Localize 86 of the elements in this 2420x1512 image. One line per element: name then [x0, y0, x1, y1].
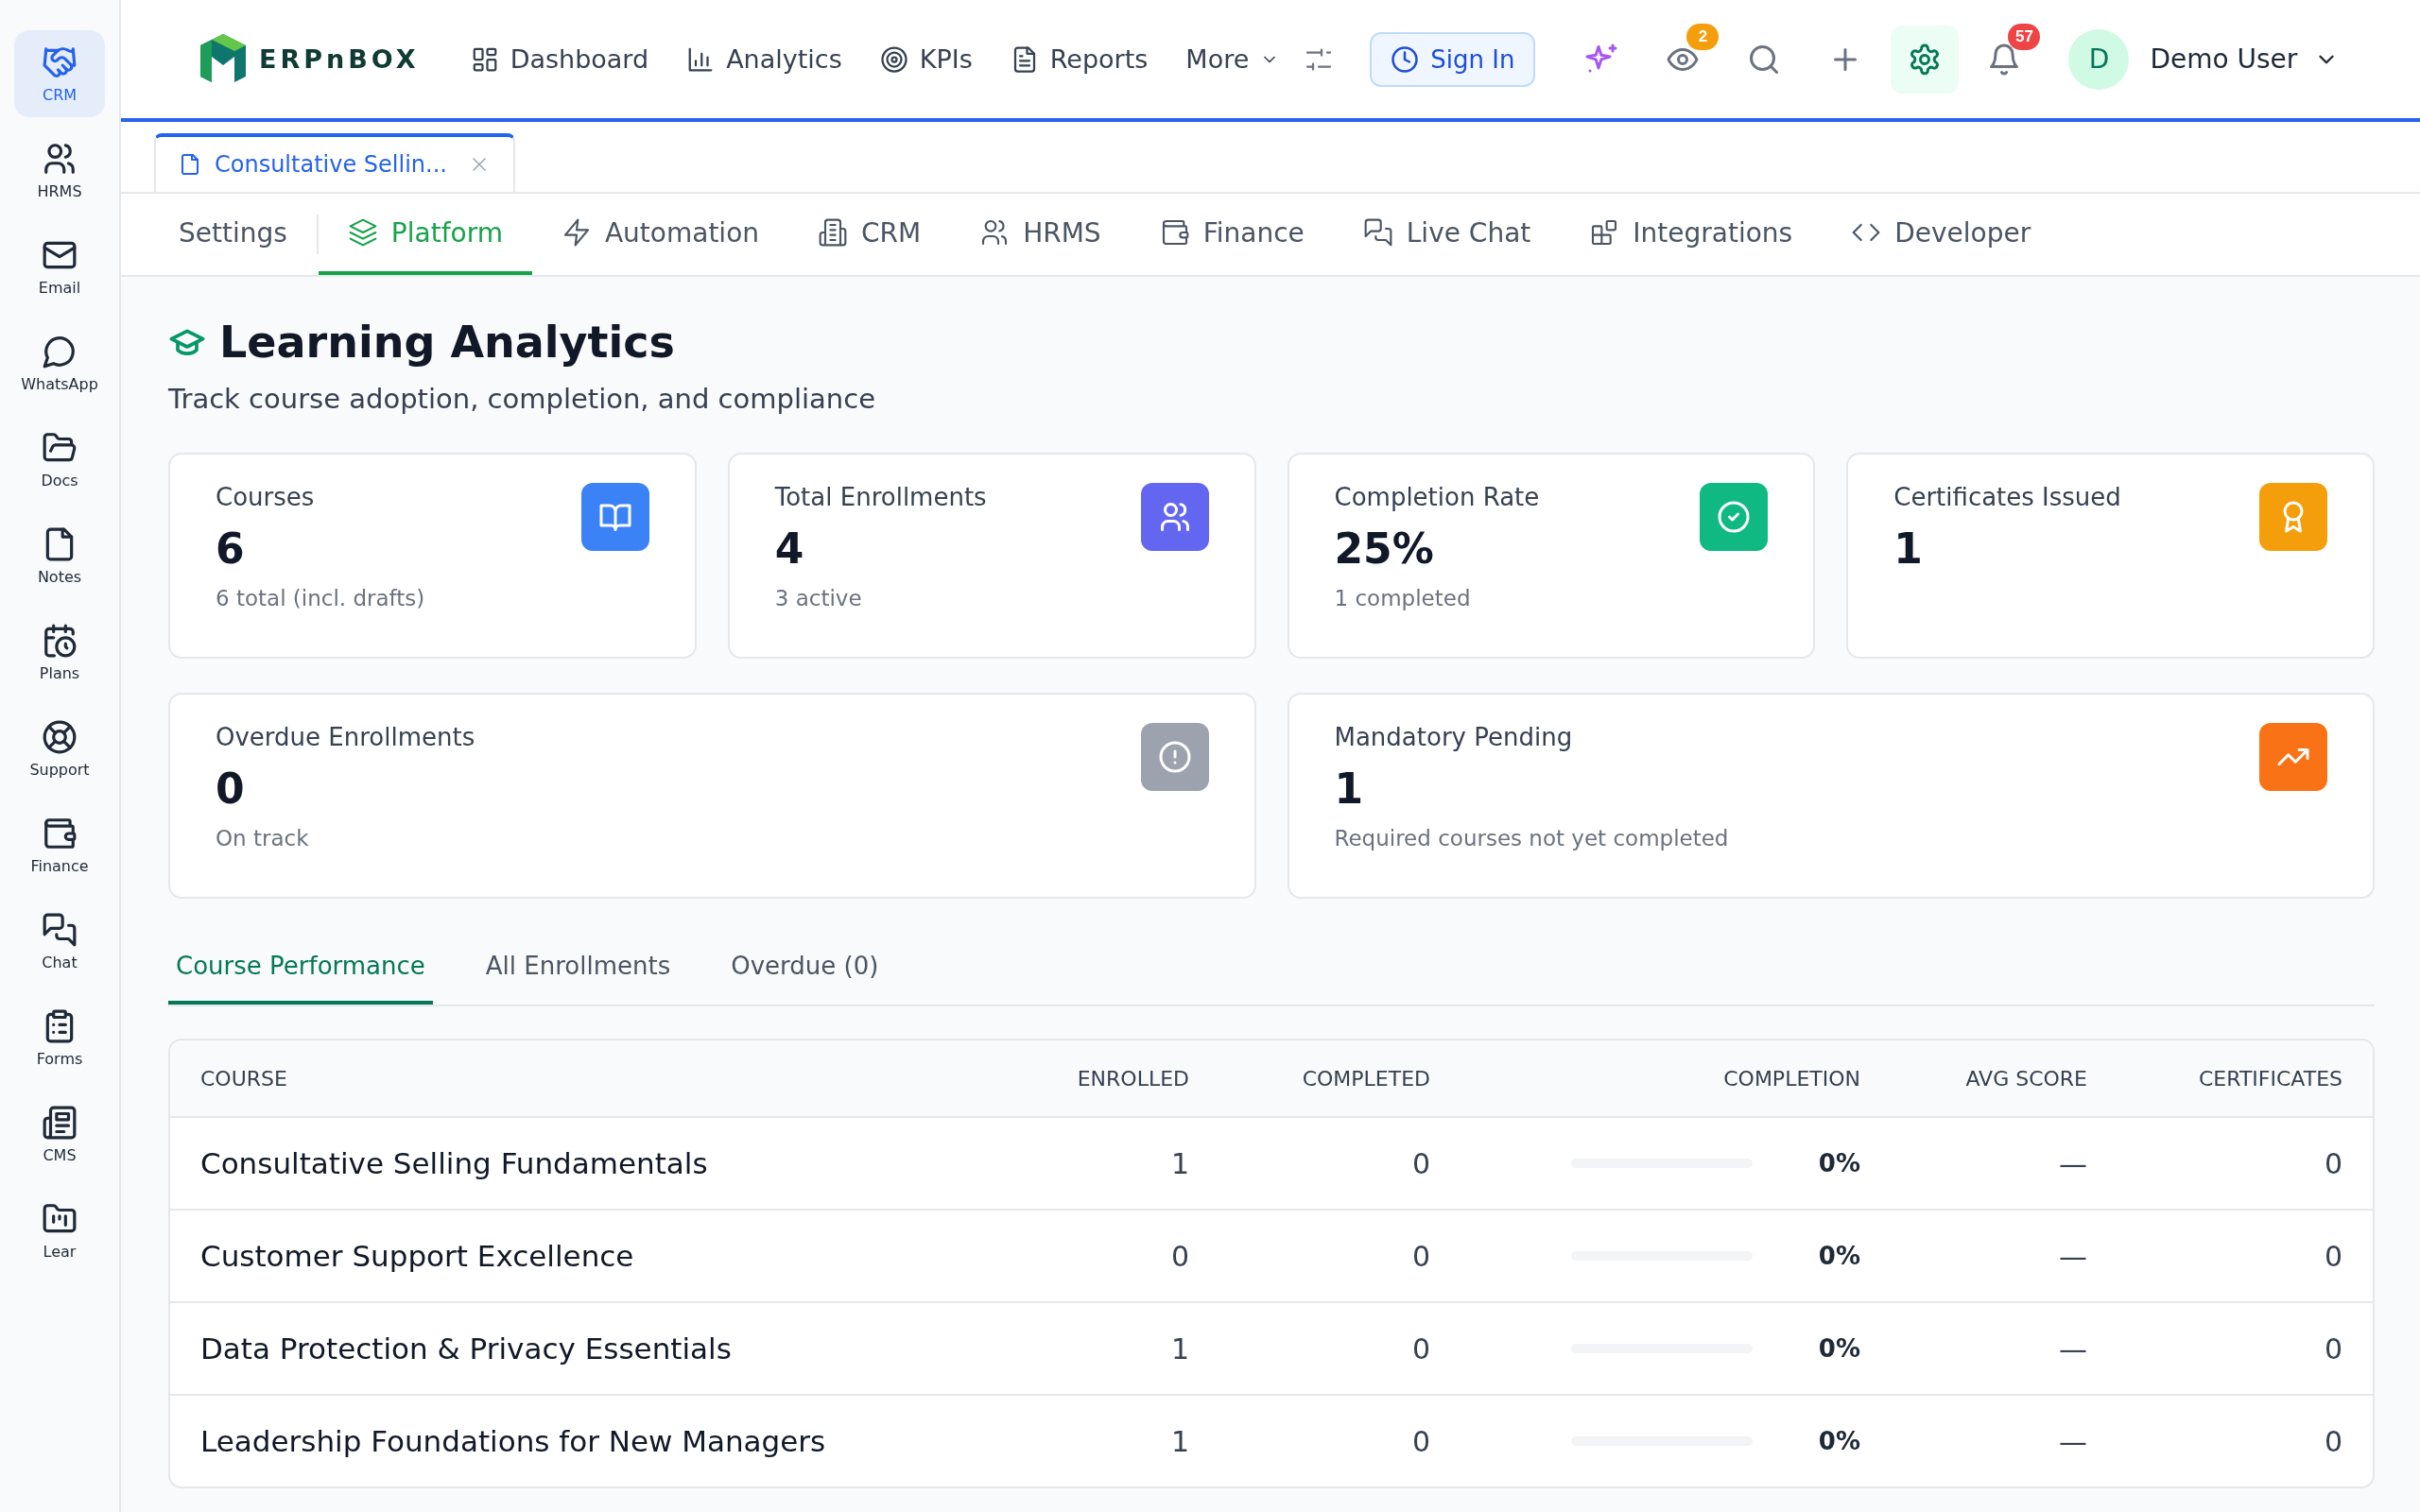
nav-link[interactable]: Dashboard	[470, 44, 649, 74]
stat-note: Required courses not yet completed	[1334, 826, 1729, 850]
sidebar-item[interactable]: WhatsApp	[14, 319, 105, 406]
sidebar-item[interactable]: Notes	[14, 512, 105, 599]
table-cell-text: 0	[1410, 1332, 1430, 1366]
column-header: COMPLETION	[1722, 1066, 1860, 1091]
content-tab[interactable]: Overdue (0)	[723, 933, 887, 1005]
more-menu[interactable]: More	[1185, 44, 1280, 74]
table-cell-text: 1	[1169, 1424, 1189, 1458]
table-cell: 0%	[1818, 1242, 1860, 1270]
user-menu[interactable]: Demo User	[2144, 43, 2345, 76]
sidebar-item[interactable]: Forms	[14, 994, 105, 1081]
settings-tab[interactable]: Automation	[531, 194, 788, 275]
document-tab[interactable]: Consultative Sellin...	[154, 133, 515, 192]
table-cell-text: 0	[1169, 1239, 1189, 1273]
table-cell-text: 0	[1410, 1239, 1430, 1273]
stat-value: 25%	[1334, 524, 1435, 573]
settings-tab[interactable]: Settings	[149, 194, 317, 275]
stat-label: Completion Rate	[1334, 483, 1540, 511]
stat-note: On track	[216, 826, 310, 850]
count-badge: 57	[2008, 23, 2041, 50]
table-cell-text: Leadership Foundations for New Managers	[200, 1424, 827, 1458]
stat-label: Courses	[216, 483, 316, 511]
content-tab[interactable]: All Enrollments	[477, 933, 679, 1005]
column-header: AVG SCORE	[1964, 1066, 2087, 1091]
sign-in-button[interactable]: Sign In	[1370, 31, 1536, 87]
stat-value: 6	[216, 524, 246, 573]
table-cell-text: 0	[2323, 1332, 2342, 1366]
nav-link[interactable]: Reports	[1010, 44, 1149, 74]
stat-note: 1 completed	[1334, 586, 1472, 610]
table-cell-text: 0	[2323, 1424, 2342, 1458]
sidebar-item[interactable]: Chat	[14, 898, 105, 985]
column-header: ENROLLED	[1076, 1066, 1189, 1091]
logo-text: ERPnBOX	[259, 44, 420, 74]
stat-value: 1	[1893, 524, 1924, 573]
settings-tab[interactable]: CRM	[788, 194, 951, 275]
table-cell-text: 1	[1169, 1332, 1189, 1366]
sidebar-item[interactable]: CMS	[14, 1091, 105, 1177]
sidebar-item[interactable]: Lear	[14, 1187, 105, 1274]
avatar: D	[2068, 28, 2130, 90]
stat-value: 1	[1334, 765, 1365, 813]
stat-value: 4	[774, 524, 805, 573]
table-cell-text: —	[2058, 1146, 2087, 1180]
stat-note: 6 total (incl. drafts)	[216, 586, 425, 610]
settings-tab[interactable]: Developer	[1822, 194, 2061, 275]
page-subtitle: Track course adoption, completion, and compliance	[168, 383, 876, 415]
table-cell-text: 1	[1169, 1146, 1189, 1180]
table-cell-text: —	[2058, 1424, 2087, 1458]
table-cell: 0%	[1818, 1427, 1860, 1455]
table-cell-text: —	[2058, 1239, 2087, 1273]
sidebar-item[interactable]: Plans	[14, 609, 105, 696]
column-header: CERTIFICATES	[2197, 1066, 2342, 1091]
stat-label: Certificates Issued	[1893, 483, 2121, 511]
table-cell-text: 0	[2323, 1239, 2342, 1273]
stat-label: Overdue Enrollments	[216, 723, 475, 751]
sidebar-item[interactable]: Docs	[14, 416, 105, 503]
nav-link[interactable]: KPIs	[879, 44, 973, 74]
sidebar-item[interactable]: Email	[14, 223, 105, 310]
settings-tab[interactable]: Finance	[1130, 194, 1334, 275]
table-cell: 0%	[1818, 1149, 1860, 1177]
nav-link[interactable]: Analytics	[686, 44, 842, 74]
count-badge: 2	[1686, 23, 1720, 50]
table-cell-text: 0	[1410, 1424, 1430, 1458]
settings-tab[interactable]: Live Chat	[1333, 194, 1561, 275]
table-cell: 0%	[1818, 1334, 1860, 1363]
column-header: COURSE	[200, 1066, 288, 1091]
settings-tab[interactable]: Integrations	[1560, 194, 1823, 275]
stat-label: Mandatory Pending	[1334, 723, 1574, 751]
table-cell-text: Customer Support Excellence	[200, 1239, 635, 1273]
sidebar-item[interactable]: HRMS	[14, 127, 105, 214]
table-cell-text: Data Protection & Privacy Essentials	[200, 1332, 733, 1366]
table-cell-text: —	[2058, 1332, 2087, 1366]
table-cell-text: 0	[2323, 1146, 2342, 1180]
stat-value: 0	[216, 765, 246, 813]
sidebar-item[interactable]: Finance	[14, 801, 105, 888]
stat-label: Total Enrollments	[774, 483, 987, 511]
bell-button[interactable]: 57	[1968, 23, 2041, 95]
table-cell-text: 0	[1410, 1146, 1430, 1180]
sidebar-item[interactable]: CRM	[14, 30, 105, 117]
table-cell-text: Consultative Selling Fundamentals	[200, 1146, 709, 1180]
column-header: COMPLETED	[1301, 1066, 1430, 1091]
sidebar-item[interactable]: Support	[14, 705, 105, 792]
stat-note: 3 active	[774, 586, 863, 610]
content-tab[interactable]: Course Performance	[168, 933, 433, 1005]
settings-tab[interactable]: HRMS	[950, 194, 1131, 275]
page-title: Learning Analytics	[219, 317, 675, 368]
